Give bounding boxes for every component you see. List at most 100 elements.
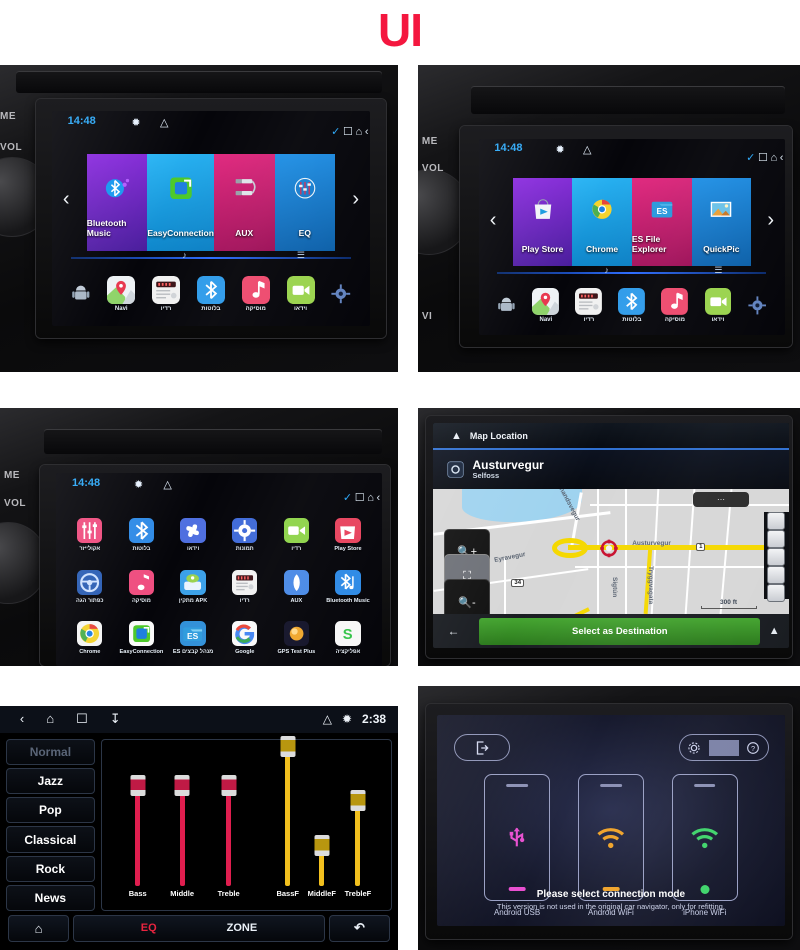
app-chrome[interactable]: Chrome bbox=[66, 612, 115, 664]
dock-app-bluetooth[interactable]: בלוטות bbox=[196, 275, 225, 312]
poi-fuel-icon[interactable] bbox=[767, 512, 786, 531]
tile-es-file-explorer[interactable]: ES ES File Explorer bbox=[631, 177, 692, 267]
dock-app-navi[interactable]: Navi bbox=[532, 288, 560, 323]
app-play-store[interactable]: Play Store bbox=[324, 509, 373, 561]
exit-button[interactable] bbox=[454, 734, 511, 762]
recents-icon[interactable]: ☐ bbox=[355, 492, 365, 504]
dock-app-music[interactable]: מוסיקה bbox=[241, 275, 270, 312]
zoom-out-icon[interactable]: 🔍- bbox=[443, 579, 491, 615]
app-apk-installer[interactable]: מתקין APK bbox=[169, 561, 218, 613]
app-radio[interactable]: רדיו bbox=[220, 561, 269, 613]
android-robot-icon[interactable] bbox=[497, 296, 516, 315]
preset-news[interactable]: News bbox=[5, 884, 95, 912]
slider-treble[interactable]: Treble bbox=[218, 748, 240, 898]
app-photos[interactable]: תמונות bbox=[220, 509, 269, 561]
app-es-file-explorer[interactable]: ES ES מנהל קבצים bbox=[169, 612, 218, 664]
app-easyconnection[interactable]: EasyConnection bbox=[117, 612, 166, 664]
carousel-prev-arrow[interactable]: ‹ bbox=[490, 209, 497, 232]
back-icon[interactable]: ‹ bbox=[20, 711, 24, 727]
app-bluetooth-music[interactable]: Bluetooth Music bbox=[324, 561, 373, 613]
poi-parking-icon[interactable] bbox=[767, 548, 786, 567]
settings-gear-icon[interactable] bbox=[331, 284, 351, 304]
carousel-prev-arrow[interactable]: ‹ bbox=[63, 188, 70, 211]
back-icon[interactable]: ‹ bbox=[365, 126, 369, 138]
map-canvas[interactable]: Ólunandsvegur Eyravegur Austurvegur Sigt… bbox=[433, 488, 789, 615]
app-gps-test-plus[interactable]: GPS Test Plus bbox=[272, 612, 321, 664]
back-icon[interactable]: ‹ bbox=[377, 492, 381, 504]
dock-app-navi[interactable]: Navi bbox=[107, 275, 136, 312]
dock-app-bluetooth[interactable]: בלוטות bbox=[618, 288, 646, 323]
help-button[interactable]: ? bbox=[739, 740, 768, 756]
dock-app-radio[interactable]: רדיו bbox=[152, 275, 181, 312]
settings-button[interactable] bbox=[680, 740, 709, 756]
tile-chrome[interactable]: Chrome bbox=[572, 177, 632, 267]
select-as-destination-button[interactable]: Select as Destination bbox=[479, 617, 761, 645]
slider-handle[interactable] bbox=[221, 774, 237, 796]
map-options-button[interactable]: ⋯ bbox=[692, 492, 750, 508]
check-icon[interactable]: ✓ bbox=[746, 152, 755, 164]
connection-screen[interactable]: ? Android USB Android WiFi iPhone WiFi P… bbox=[437, 715, 785, 927]
home-icon[interactable]: ⌂ bbox=[46, 711, 54, 727]
slider-handle[interactable] bbox=[174, 774, 190, 796]
poi-hotel-icon[interactable] bbox=[767, 566, 786, 584]
preset-normal[interactable]: Normal bbox=[5, 738, 95, 765]
chevron-up-icon[interactable]: ▲ bbox=[769, 625, 780, 637]
download-icon[interactable]: ↧ bbox=[110, 711, 121, 727]
home-icon[interactable]: ⌂ bbox=[367, 492, 374, 504]
recents-icon[interactable]: ☐ bbox=[343, 126, 353, 138]
back-arrow-icon[interactable]: ← bbox=[447, 624, 459, 638]
tile-easyconnection[interactable]: EasyConnection bbox=[147, 154, 214, 251]
dock-app-radio[interactable]: רדיו bbox=[575, 288, 603, 323]
preset-classical[interactable]: Classical bbox=[5, 826, 95, 853]
head-unit-screen[interactable]: 14:48 ✹ △ ✓ ☐ ⌂ ‹ ‹ › bbox=[51, 111, 371, 326]
chevron-up-icon[interactable]: ▲ bbox=[451, 430, 462, 442]
dock-app-video[interactable]: וידאו bbox=[286, 275, 315, 312]
slider-handle[interactable] bbox=[280, 735, 296, 757]
preset-jazz[interactable]: Jazz bbox=[5, 768, 95, 795]
carousel-next-arrow[interactable]: › bbox=[767, 209, 774, 232]
preset-rock[interactable]: Rock bbox=[5, 855, 95, 882]
check-icon[interactable]: ✓ bbox=[331, 126, 340, 138]
preset-pop[interactable]: Pop bbox=[5, 797, 95, 824]
head-unit-screen[interactable]: 14:48 ✹ △ ✓ ☐ ⌂ ‹ אקולייזר בלוטות וידאו … bbox=[55, 472, 383, 666]
equalizer-screen[interactable]: ‹ ⌂ ☐ ↧ △ ✹ 2:38 Normal Jazz Pop Classic… bbox=[0, 706, 398, 950]
tile-aux[interactable]: AUX bbox=[213, 154, 275, 251]
tile-bluetooth-music[interactable]: Bluetooth Music bbox=[86, 154, 148, 251]
app-equalizer[interactable]: אקולייזר bbox=[66, 509, 115, 561]
android-robot-icon[interactable] bbox=[71, 284, 91, 304]
home-icon[interactable]: ⌂ bbox=[356, 126, 363, 138]
app-music[interactable]: מוסיקה bbox=[117, 561, 166, 613]
settings-gear-icon[interactable] bbox=[747, 296, 767, 315]
slider-bass[interactable]: Bass bbox=[129, 748, 147, 898]
head-unit-screen[interactable]: 14:48 ✹ △ ✓ ☐ ⌂ ‹ ‹ › bbox=[479, 138, 785, 336]
tile-quickpic[interactable]: QuickPic bbox=[691, 177, 752, 267]
app-s-app[interactable]: S אפליקציה bbox=[324, 612, 373, 664]
slider-handle[interactable] bbox=[350, 789, 366, 811]
poi-more-icon[interactable] bbox=[767, 583, 786, 602]
dock-app-music[interactable]: מוסיקה bbox=[661, 288, 689, 323]
recents-icon[interactable]: ☐ bbox=[758, 152, 768, 164]
eq-tab[interactable]: EQ bbox=[141, 922, 157, 934]
app-video-player[interactable]: רדיו bbox=[272, 509, 321, 561]
nav-screen[interactable]: ▲ Map Location Austurvegur Selfoss Óluna… bbox=[433, 423, 789, 648]
return-button[interactable]: ↶ bbox=[328, 914, 391, 943]
slider-middlef[interactable]: MiddleF bbox=[308, 748, 336, 898]
slider-handle[interactable] bbox=[314, 835, 330, 857]
dock-app-video[interactable]: וידאו bbox=[704, 288, 732, 323]
app-steering-wheel[interactable]: כפתור הגה bbox=[66, 561, 115, 613]
slider-treblef[interactable]: TrebleF bbox=[345, 748, 371, 898]
app-google[interactable]: Google bbox=[220, 612, 269, 664]
tile-play-store[interactable]: Play Store bbox=[512, 177, 573, 267]
slider-middle[interactable]: Middle bbox=[170, 748, 194, 898]
slider-bassf[interactable]: BassF bbox=[276, 735, 299, 898]
poi-food-icon[interactable] bbox=[767, 530, 786, 549]
recents-icon[interactable]: ☐ bbox=[76, 711, 88, 727]
slider-handle[interactable] bbox=[130, 774, 146, 796]
carousel-next-arrow[interactable]: › bbox=[352, 188, 359, 211]
app-video[interactable]: וידאו bbox=[169, 509, 218, 561]
home-button[interactable]: ⌂ bbox=[7, 914, 70, 943]
back-icon[interactable]: ‹ bbox=[780, 152, 784, 164]
app-aux[interactable]: AUX bbox=[272, 561, 321, 613]
home-icon[interactable]: ⌂ bbox=[771, 152, 778, 164]
zone-tab[interactable]: ZONE bbox=[227, 922, 258, 934]
